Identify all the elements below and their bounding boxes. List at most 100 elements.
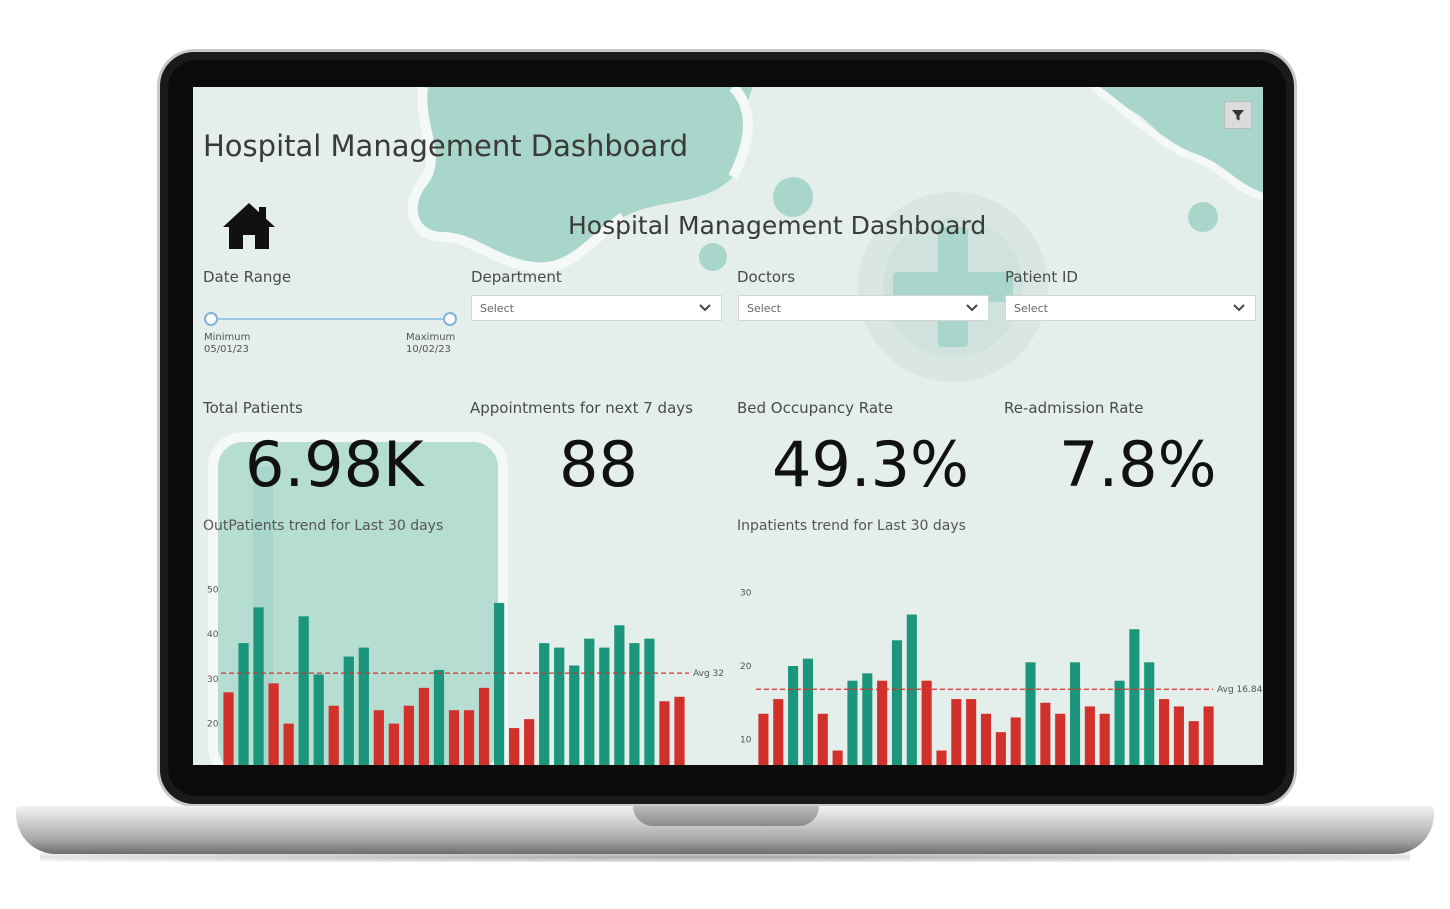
- bed-occupancy-label: Bed Occupancy Rate: [737, 399, 894, 417]
- y-tick-label: 30: [207, 675, 219, 685]
- doctors-label: Doctors: [737, 268, 796, 286]
- department-dropdown[interactable]: Select: [471, 295, 722, 321]
- chart-bar[interactable]: [328, 705, 339, 765]
- chart-bar[interactable]: [644, 638, 655, 765]
- chart-bar[interactable]: [891, 640, 903, 765]
- outpatients-bar-chart: 50 40 30 20 10 Avg 32: [207, 586, 724, 765]
- chart-bar[interactable]: [773, 699, 784, 765]
- maximum-value: 10/02/23: [406, 344, 451, 355]
- chevron-down-icon: [699, 304, 711, 312]
- chart-bar[interactable]: [403, 705, 415, 765]
- chart-bar[interactable]: [980, 713, 992, 765]
- date-range-min-handle[interactable]: [204, 312, 218, 326]
- bed-occupancy-value: 49.3%: [772, 428, 969, 501]
- y-tick-label: 20: [740, 662, 752, 672]
- chart-bar[interactable]: [223, 692, 234, 765]
- appointments-value: 88: [559, 428, 638, 501]
- date-range-max-handle[interactable]: [443, 312, 457, 326]
- chart-bar[interactable]: [448, 710, 460, 765]
- chart-bar[interactable]: [1010, 717, 1021, 765]
- chart-bar[interactable]: [433, 669, 445, 765]
- chart-bar[interactable]: [373, 710, 384, 765]
- chart-bar[interactable]: [847, 680, 858, 765]
- chart-bar[interactable]: [1025, 662, 1036, 765]
- chart-bar[interactable]: [1188, 721, 1199, 765]
- filter-button[interactable]: [1224, 101, 1252, 129]
- chart-bar[interactable]: [951, 699, 962, 765]
- chart-bar[interactable]: [1173, 706, 1184, 765]
- chevron-down-icon: [1233, 304, 1245, 312]
- chart-bar[interactable]: [524, 719, 535, 765]
- chart-bar[interactable]: [659, 701, 670, 765]
- appointments-label: Appointments for next 7 days: [470, 399, 693, 417]
- patient-id-dropdown[interactable]: Select: [1005, 295, 1256, 321]
- chart-bar[interactable]: [1055, 713, 1066, 765]
- chart-bar[interactable]: [268, 683, 279, 765]
- chart-bar[interactable]: [1159, 699, 1170, 765]
- minimum-label: Minimum: [204, 332, 251, 343]
- chart-bar[interactable]: [1069, 662, 1081, 765]
- y-tick-label: 30: [740, 589, 752, 599]
- home-icon[interactable]: [221, 201, 277, 251]
- doctors-value: Select: [747, 302, 781, 315]
- minimum-value: 05/01/23: [204, 344, 249, 355]
- chart-bar[interactable]: [554, 647, 565, 765]
- chart-bar[interactable]: [629, 643, 640, 765]
- y-tick-label: 50: [207, 586, 219, 596]
- page-title: Hospital Management Dashboard: [203, 129, 689, 163]
- chart-bar[interactable]: [493, 602, 505, 765]
- chart-bar[interactable]: [674, 696, 685, 765]
- chart-bar[interactable]: [758, 713, 769, 765]
- dashboard-subtitle: Hospital Management Dashboard: [568, 211, 987, 240]
- department-value: Select: [480, 302, 514, 315]
- maximum-label: Maximum: [406, 332, 456, 343]
- chart-bar[interactable]: [817, 713, 828, 765]
- chart-bar[interactable]: [995, 732, 1006, 765]
- chart-bar[interactable]: [862, 673, 873, 765]
- chart-bar[interactable]: [283, 723, 294, 765]
- chart-bar[interactable]: [1040, 702, 1051, 765]
- inpatients-chart-title: Inpatients trend for Last 30 days: [737, 518, 966, 534]
- chart-bar[interactable]: [418, 687, 430, 765]
- chart-bar[interactable]: [599, 647, 610, 765]
- chart-bar[interactable]: [788, 666, 799, 765]
- chart-bar[interactable]: [936, 750, 947, 765]
- chart-bar[interactable]: [966, 699, 977, 765]
- chevron-down-icon: [966, 304, 978, 312]
- chart-bar[interactable]: [1129, 629, 1140, 765]
- chart-bar[interactable]: [463, 710, 475, 765]
- chart-bar[interactable]: [569, 665, 580, 765]
- doctors-dropdown[interactable]: Select: [738, 295, 989, 321]
- readmission-label: Re-admission Rate: [1004, 399, 1144, 417]
- chart-bar[interactable]: [832, 750, 843, 765]
- chart-bar[interactable]: [313, 674, 324, 765]
- average-label: Avg 16.84: [1217, 685, 1263, 695]
- chart-bar[interactable]: [509, 728, 520, 765]
- chart-bar[interactable]: [802, 658, 813, 765]
- chart-bar[interactable]: [298, 616, 309, 765]
- chart-bar[interactable]: [1099, 713, 1110, 765]
- y-tick-label: 40: [207, 630, 219, 640]
- dashboard-screen: Hospital Management Dashboard Hospital M…: [193, 87, 1263, 765]
- chart-bar[interactable]: [358, 647, 369, 765]
- chart-bar[interactable]: [539, 643, 550, 765]
- chart-bar[interactable]: [388, 723, 399, 765]
- total-patients-value: 6.98K: [245, 428, 424, 501]
- y-tick-label: 10: [207, 764, 219, 765]
- chart-bar[interactable]: [921, 680, 932, 765]
- chart-bar[interactable]: [1144, 662, 1155, 765]
- chart-bar[interactable]: [614, 625, 625, 765]
- filter-icon: [1232, 110, 1244, 121]
- chart-bar[interactable]: [1084, 706, 1095, 765]
- date-range-label: Date Range: [203, 268, 292, 286]
- chart-bar[interactable]: [877, 680, 888, 765]
- chart-bar[interactable]: [1203, 706, 1214, 765]
- patient-id-label: Patient ID: [1005, 268, 1078, 286]
- chart-bar[interactable]: [478, 687, 490, 765]
- chart-bar[interactable]: [253, 607, 264, 765]
- chart-bar[interactable]: [1114, 680, 1125, 765]
- date-range-slider-track[interactable]: [210, 318, 450, 320]
- average-label: Avg 32: [693, 669, 724, 679]
- chart-bar[interactable]: [584, 638, 595, 765]
- chart-bar[interactable]: [238, 643, 249, 765]
